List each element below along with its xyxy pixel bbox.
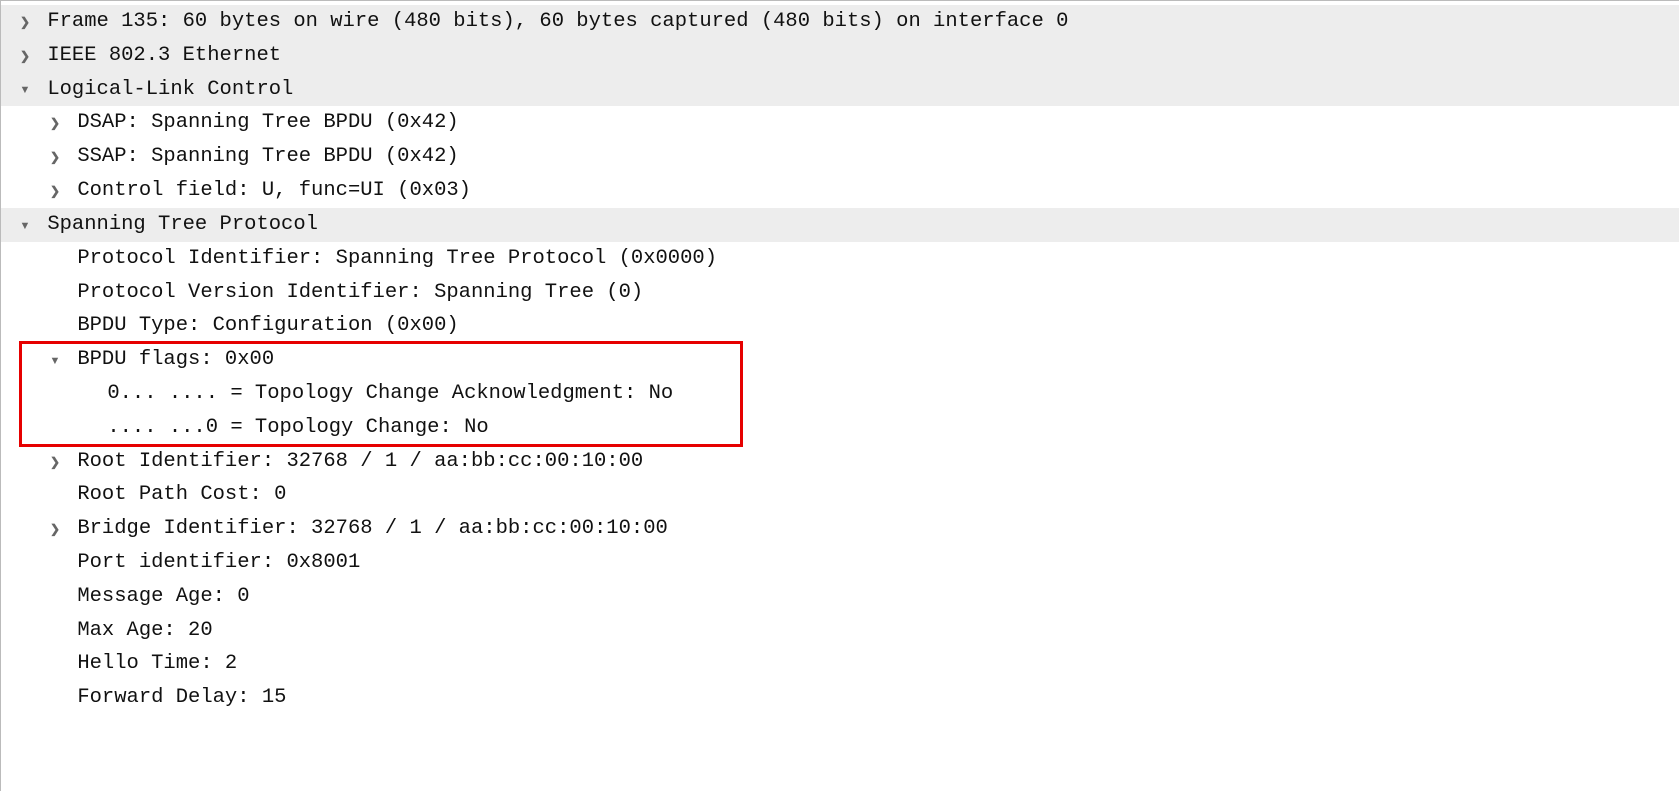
tree-row-label: Port identifier: 0x8001 <box>77 546 360 580</box>
chevron-down-icon[interactable] <box>15 215 35 235</box>
chevron-right-icon[interactable] <box>45 112 65 134</box>
tree-row[interactable]: Root Identifier: 32768 / 1 / aa:bb:cc:00… <box>1 445 1679 479</box>
chevron-down-icon[interactable] <box>15 79 35 99</box>
tree-row-label: IEEE 802.3 Ethernet <box>47 39 281 73</box>
tree-row[interactable]: 0... .... = Topology Change Acknowledgme… <box>1 377 1679 411</box>
tree-row-label: Root Path Cost: 0 <box>77 478 286 512</box>
chevron-down-icon[interactable] <box>45 350 65 370</box>
tree-row-label: SSAP: Spanning Tree BPDU (0x42) <box>77 140 458 174</box>
tree-row-label: Hello Time: 2 <box>77 647 237 681</box>
tree-row[interactable]: BPDU Type: Configuration (0x00) <box>1 309 1679 343</box>
tree-row-label: Message Age: 0 <box>77 580 249 614</box>
chevron-right-icon[interactable] <box>45 518 65 540</box>
chevron-right-icon[interactable] <box>45 180 65 202</box>
tree-row[interactable]: Protocol Version Identifier: Spanning Tr… <box>1 276 1679 310</box>
tree-row[interactable]: .... ...0 = Topology Change: No <box>1 411 1679 445</box>
tree-row[interactable]: Forward Delay: 15 <box>1 681 1679 715</box>
tree-row-label: Bridge Identifier: 32768 / 1 / aa:bb:cc:… <box>77 512 668 546</box>
chevron-right-icon[interactable] <box>15 45 35 67</box>
tree-row[interactable]: Logical-Link Control <box>1 73 1679 107</box>
tree-row[interactable]: Bridge Identifier: 32768 / 1 / aa:bb:cc:… <box>1 512 1679 546</box>
tree-row-label: Spanning Tree Protocol <box>47 208 318 242</box>
tree-row[interactable]: Message Age: 0 <box>1 580 1679 614</box>
tree-rows-container: Frame 135: 60 bytes on wire (480 bits), … <box>1 5 1679 715</box>
tree-row-label: Forward Delay: 15 <box>77 681 286 715</box>
tree-row-label: BPDU Type: Configuration (0x00) <box>77 309 458 343</box>
chevron-right-icon[interactable] <box>15 11 35 33</box>
tree-row-label: Protocol Version Identifier: Spanning Tr… <box>77 276 643 310</box>
tree-row-label: Frame 135: 60 bytes on wire (480 bits), … <box>47 5 1068 39</box>
tree-row[interactable]: Hello Time: 2 <box>1 647 1679 681</box>
tree-row[interactable]: Control field: U, func=UI (0x03) <box>1 174 1679 208</box>
chevron-right-icon[interactable] <box>45 146 65 168</box>
tree-row-label: Protocol Identifier: Spanning Tree Proto… <box>77 242 717 276</box>
tree-row-label: 0... .... = Topology Change Acknowledgme… <box>107 377 673 411</box>
tree-row-label: BPDU flags: 0x00 <box>77 343 274 377</box>
chevron-right-icon[interactable] <box>45 451 65 473</box>
tree-row[interactable]: BPDU flags: 0x00 <box>1 343 1679 377</box>
tree-row[interactable]: Frame 135: 60 bytes on wire (480 bits), … <box>1 5 1679 39</box>
tree-row[interactable]: Max Age: 20 <box>1 614 1679 648</box>
tree-row[interactable]: Port identifier: 0x8001 <box>1 546 1679 580</box>
tree-row[interactable]: Spanning Tree Protocol <box>1 208 1679 242</box>
tree-row-label: Max Age: 20 <box>77 614 212 648</box>
tree-row[interactable]: DSAP: Spanning Tree BPDU (0x42) <box>1 106 1679 140</box>
tree-row-label: DSAP: Spanning Tree BPDU (0x42) <box>77 106 458 140</box>
tree-row-label: Control field: U, func=UI (0x03) <box>77 174 471 208</box>
tree-row[interactable]: Protocol Identifier: Spanning Tree Proto… <box>1 242 1679 276</box>
tree-row[interactable]: IEEE 802.3 Ethernet <box>1 39 1679 73</box>
tree-row-label: Root Identifier: 32768 / 1 / aa:bb:cc:00… <box>77 445 643 479</box>
tree-row[interactable]: Root Path Cost: 0 <box>1 478 1679 512</box>
tree-row-label: .... ...0 = Topology Change: No <box>107 411 488 445</box>
tree-row-label: Logical-Link Control <box>47 73 293 107</box>
packet-details-panel: Frame 135: 60 bytes on wire (480 bits), … <box>0 0 1679 791</box>
tree-row[interactable]: SSAP: Spanning Tree BPDU (0x42) <box>1 140 1679 174</box>
